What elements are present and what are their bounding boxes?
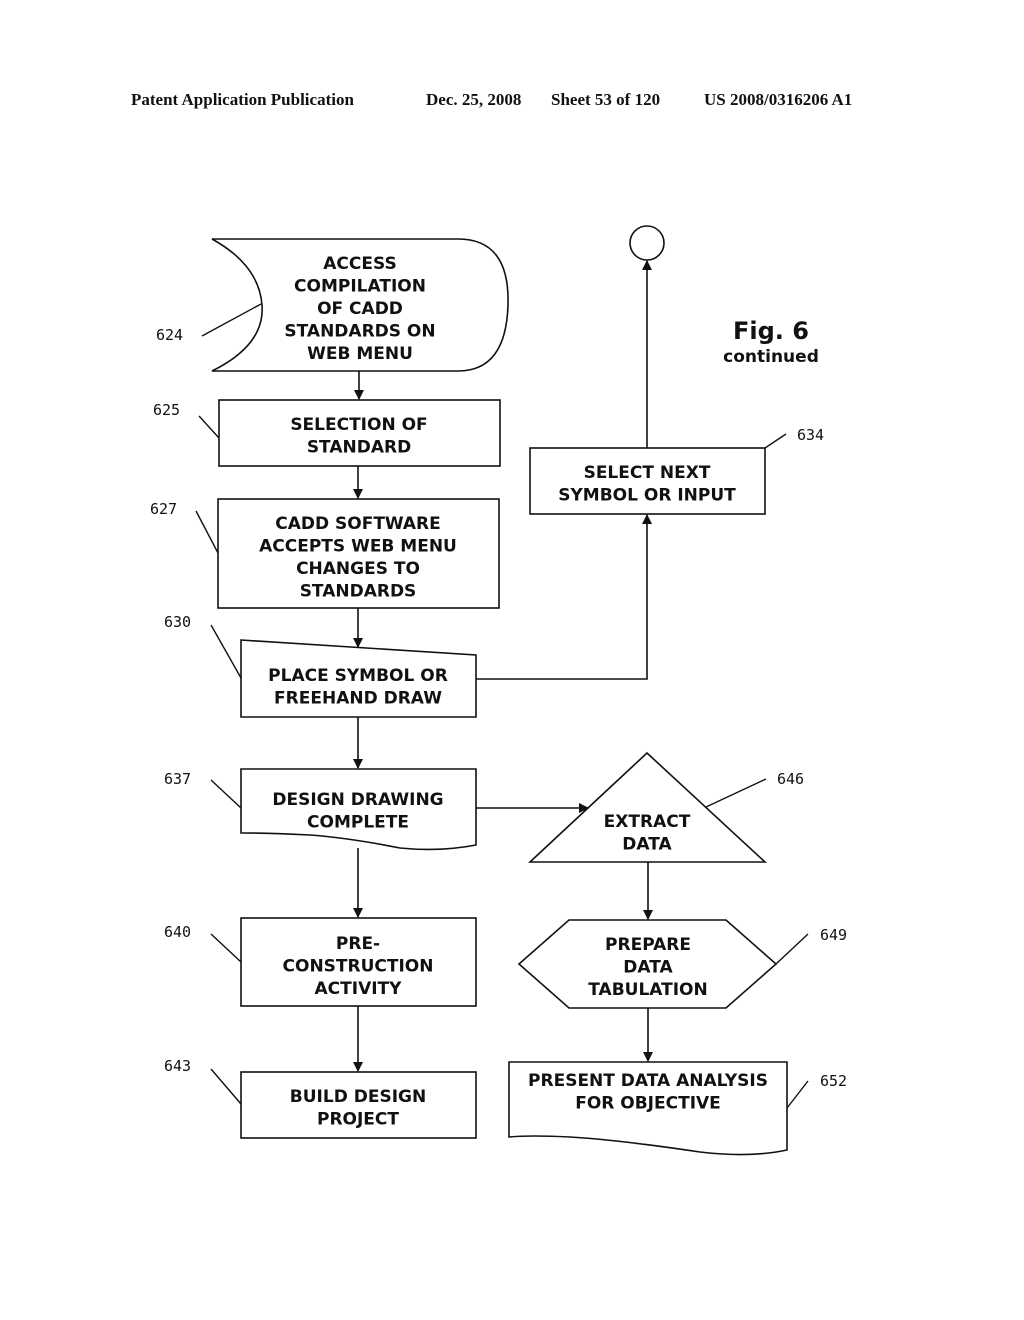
ref-leader	[210, 779, 242, 809]
node-label-line: STANDARDS ON	[284, 322, 435, 342]
off-page-connector	[629, 225, 665, 261]
node-label-line: SYMBOL OR INPUT	[558, 486, 736, 506]
ref-leader	[195, 510, 219, 554]
node-label-line: PREPARE	[605, 935, 691, 955]
node-624: ACCESS COMPILATION OF CADD STANDARDS ON WEB …	[156, 238, 509, 372]
node-label-line: CHANGES TO	[296, 559, 420, 579]
ref-leader	[210, 1068, 242, 1105]
node-652: PRESENT DATA ANALYSIS FOR OBJECTIVE 652	[508, 1061, 847, 1156]
ref-leader	[764, 433, 787, 449]
node-649: PREPARE DATA TABULATION 649	[517, 919, 847, 1009]
ref-leader	[705, 778, 767, 808]
node-label-line: SELECTION OF	[290, 415, 427, 435]
node-label-line: PRESENT DATA ANALYSIS	[528, 1071, 768, 1091]
edge-630-634	[476, 514, 652, 680]
node-label-line: STANDARDS	[300, 582, 417, 602]
ref-label: 637	[164, 770, 191, 788]
node-label-line: CONSTRUCTION	[283, 957, 434, 977]
node-634: SELECT NEXT SYMBOL OR INPUT 634	[529, 426, 824, 515]
figure-title: Fig. 6	[733, 317, 809, 345]
ref-leader	[786, 1080, 809, 1109]
ref-label: 625	[153, 401, 180, 419]
ref-label: 643	[164, 1057, 191, 1075]
ref-label: 646	[777, 770, 804, 788]
ref-label: 630	[164, 613, 191, 631]
ref-label: 640	[164, 923, 191, 941]
node-label-line: FOR OBJECTIVE	[575, 1094, 721, 1114]
node-label-line: COMPILATION	[294, 277, 426, 297]
node-label-line: PROJECT	[317, 1110, 399, 1130]
ref-label: 649	[820, 926, 847, 944]
ref-label: 652	[820, 1072, 847, 1090]
ref-leader	[210, 933, 242, 963]
ref-leader	[210, 624, 242, 679]
ref-leader	[201, 303, 262, 337]
node-label-line: ACCEPTS WEB MENU	[259, 537, 457, 557]
figure-subtitle: continued	[723, 347, 819, 367]
node-label-line: STANDARD	[307, 438, 411, 458]
ref-label: 627	[150, 500, 177, 518]
ref-leader	[198, 415, 220, 439]
node-630: PLACE SYMBOL OR FREEHAND DRAW 630	[164, 613, 477, 718]
node-label-line: DATA	[623, 958, 673, 978]
node-label-line: COMPLETE	[307, 813, 409, 833]
node-label-line: PRE-	[336, 934, 380, 954]
flowchart: Fig. 6 continued ACCESS COMPILATION OF CAD…	[150, 225, 847, 1156]
node-label-line: BUILD DESIGN	[290, 1087, 426, 1107]
node-label-line: FREEHAND DRAW	[274, 689, 442, 709]
node-label-line: SELECT NEXT	[584, 463, 711, 483]
node-643: BUILD DESIGN PROJECT 643	[164, 1057, 477, 1139]
node-label-line: PLACE SYMBOL OR	[268, 666, 448, 686]
node-label-line: DATA	[622, 835, 672, 855]
node-label-line: ACCESS	[323, 254, 396, 274]
node-640: PRE- CONSTRUCTION ACTIVITY 640	[164, 917, 477, 1007]
node-627: CADD SOFTWARE ACCEPTS WEB MENU CHANGES TO S…	[150, 498, 500, 609]
node-label-line: ACTIVITY	[315, 979, 403, 999]
node-label-line: WEB MENU	[307, 344, 413, 364]
node-label-line: OF CADD	[317, 299, 403, 319]
ref-leader	[775, 933, 809, 965]
node-label-line: TABULATION	[588, 980, 707, 1000]
node-625: SELECTION OF STANDARD 625	[153, 399, 501, 467]
node-label-line: DESIGN DRAWING	[272, 790, 443, 810]
ref-label: 634	[797, 426, 824, 444]
ref-label: 624	[156, 326, 183, 344]
node-637: DESIGN DRAWING COMPLETE 637	[164, 768, 477, 851]
node-label-line: EXTRACT	[604, 812, 691, 832]
node-label-line: CADD SOFTWARE	[275, 514, 441, 534]
